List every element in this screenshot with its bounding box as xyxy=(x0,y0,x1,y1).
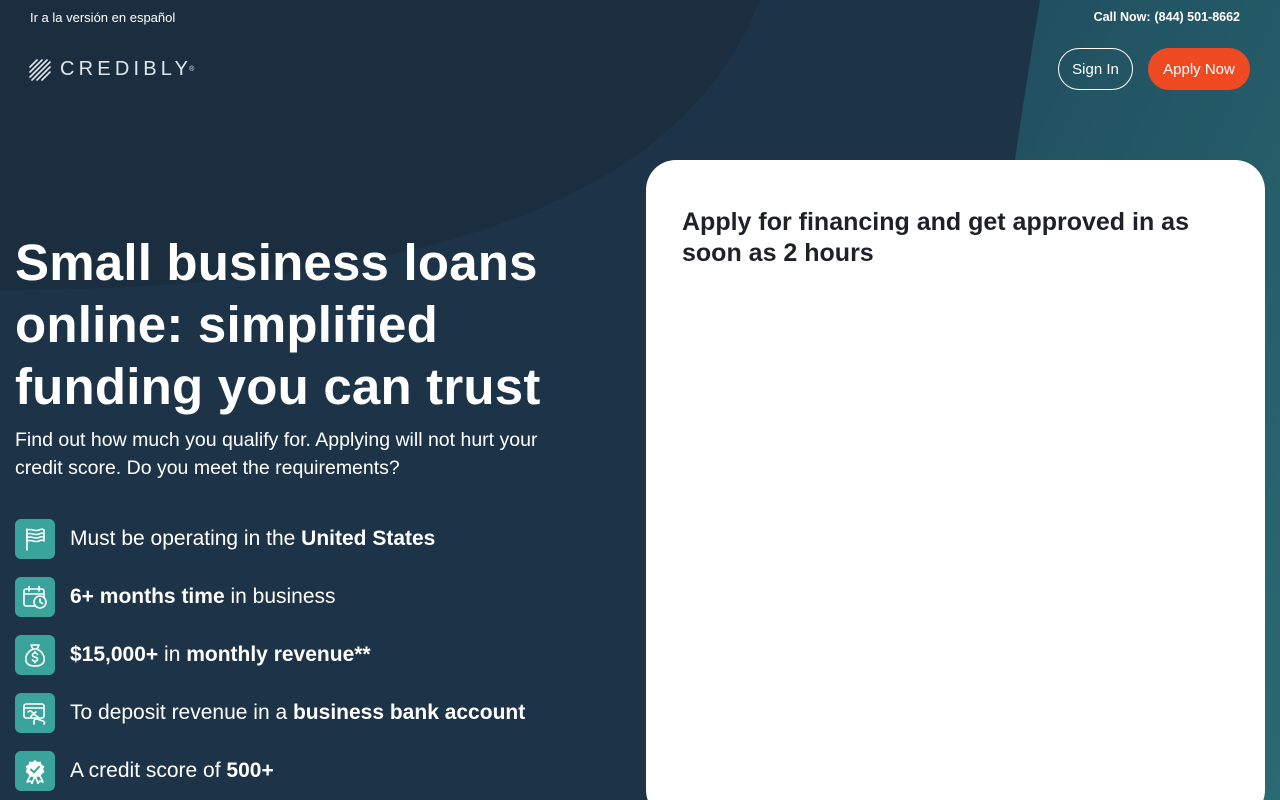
call-now-label: Call Now: xyxy=(1093,10,1151,24)
spanish-version-link[interactable]: Ir a la versión en español xyxy=(30,10,175,25)
form-title: Apply for financing and get approved in … xyxy=(682,208,1189,267)
apply-now-button[interactable]: Apply Now xyxy=(1148,48,1250,90)
award-badge-icon xyxy=(15,751,55,791)
bank-account-icon xyxy=(15,693,55,733)
credibly-logo[interactable]: CREDIBLY ® xyxy=(29,58,194,81)
flag-icon xyxy=(15,519,55,559)
requirement-text: A credit score of 500+ xyxy=(70,759,274,782)
hero-title: Small business loans online: simplified … xyxy=(15,234,541,415)
requirement-item-revenue: $15,000+ in monthly revenue** xyxy=(15,635,525,675)
requirement-item-location: Must be operating in the United States xyxy=(15,519,525,559)
hero-subtitle: Find out how much you qualify for. Apply… xyxy=(15,429,538,479)
logo-mark-icon xyxy=(29,58,51,81)
logo-wordmark: CREDIBLY xyxy=(60,58,193,80)
call-now-link[interactable]: Call Now: (844) 501-8662 xyxy=(1094,10,1240,24)
top-bar: Ir a la versión en español Call Now: (844… xyxy=(0,0,1280,36)
requirement-text: Must be operating in the United States xyxy=(70,527,436,550)
application-form-card: Apply for financing and get approved in … xyxy=(646,160,1265,800)
registered-mark: ® xyxy=(189,66,195,73)
phone-number: (844) 501-8662 xyxy=(1154,10,1240,24)
requirement-text: $15,000+ in monthly revenue** xyxy=(70,643,371,666)
requirement-text: To deposit revenue in a business bank ac… xyxy=(70,701,526,724)
sign-in-button[interactable]: Sign In xyxy=(1058,48,1133,90)
requirements-list: Must be operating in the United States 6… xyxy=(15,519,525,800)
requirement-item-time: 6+ months time in business xyxy=(15,577,525,617)
money-bag-icon xyxy=(15,635,55,675)
requirement-text: 6+ months time in business xyxy=(70,585,336,608)
requirement-item-bank-account: To deposit revenue in a business bank ac… xyxy=(15,693,525,733)
requirement-item-credit-score: A credit score of 500+ xyxy=(15,751,525,791)
calendar-clock-icon xyxy=(15,577,55,617)
hero-section: Small business loans online: simplified … xyxy=(15,232,615,482)
